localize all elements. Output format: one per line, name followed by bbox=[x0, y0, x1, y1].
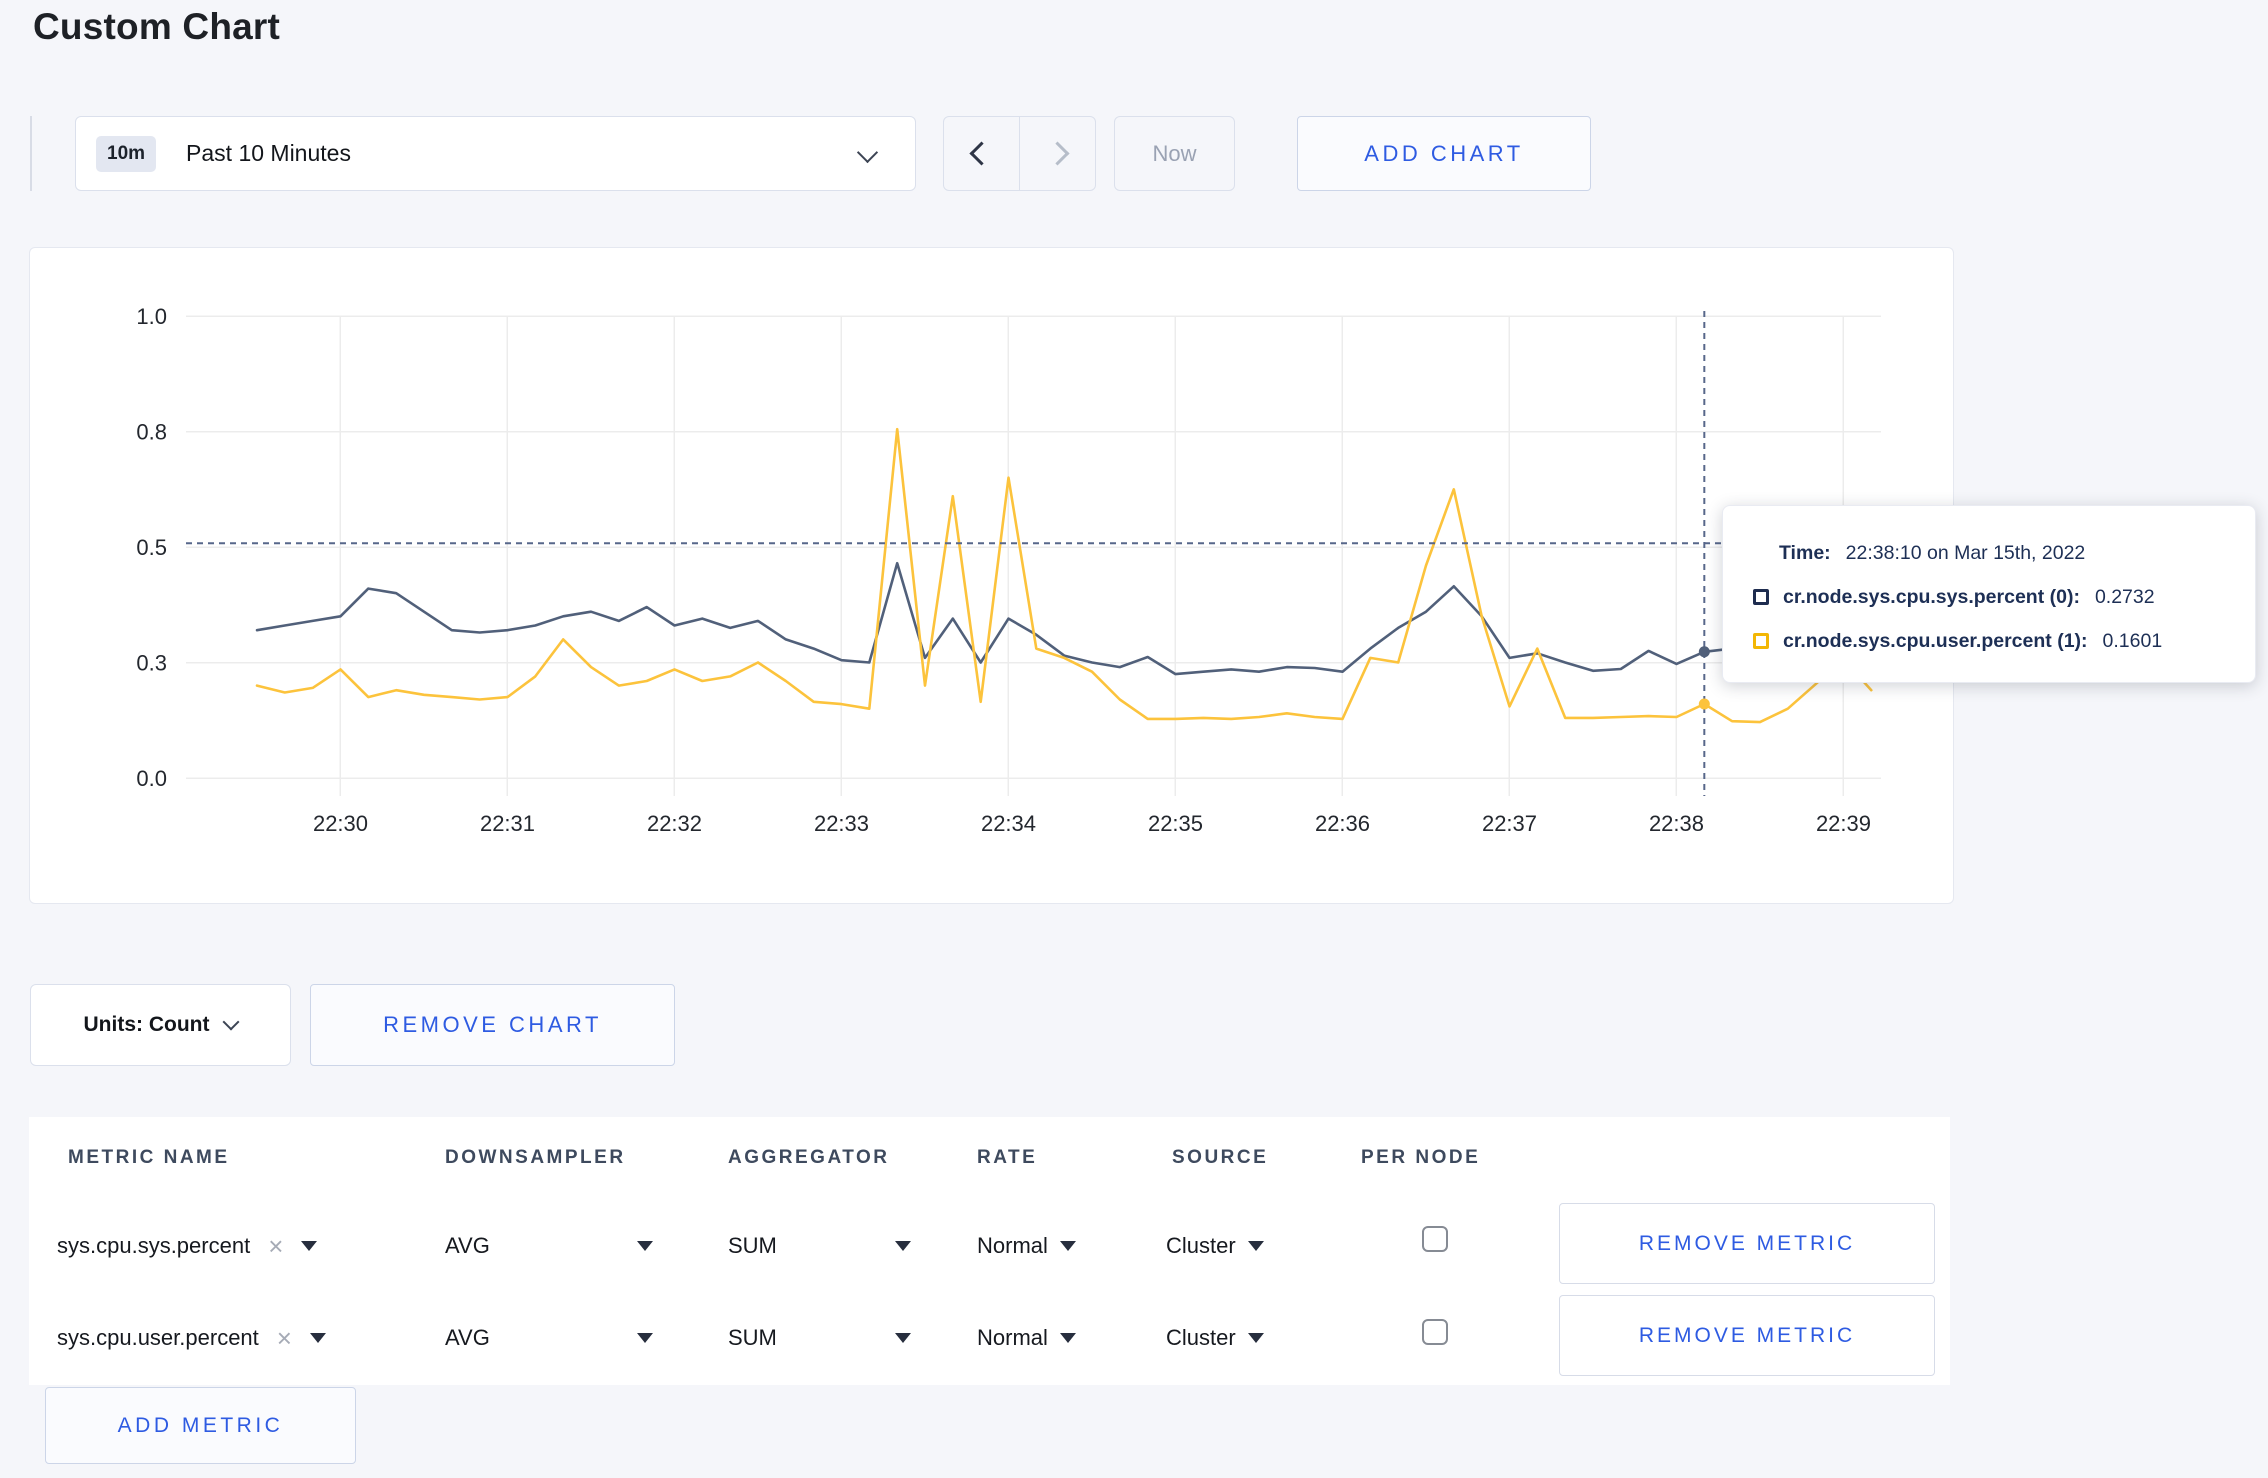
series-swatch-user-icon bbox=[1753, 633, 1769, 649]
per-node-checkbox[interactable] bbox=[1422, 1319, 1448, 1345]
x-axis-tick-label: 22:38 bbox=[1649, 811, 1704, 836]
rate-select[interactable]: Normal bbox=[977, 1295, 1076, 1381]
dropdown-caret-icon bbox=[637, 1241, 653, 1251]
x-axis-tick-label: 22:37 bbox=[1482, 811, 1537, 836]
x-axis-tick-label: 22:39 bbox=[1816, 811, 1871, 836]
tooltip-series-value: 0.2732 bbox=[2094, 585, 2155, 608]
aggregator-value: SUM bbox=[728, 1325, 777, 1350]
time-forward-button[interactable] bbox=[1019, 117, 1095, 190]
dropdown-caret-icon bbox=[1059, 1333, 1076, 1343]
custom-chart-page: Custom Chart 10m Past 10 Minutes Now ADD… bbox=[0, 0, 2268, 1478]
source-select[interactable]: Cluster bbox=[1166, 1203, 1264, 1289]
chevron-left-icon bbox=[969, 141, 994, 166]
tooltip-series-row: cr.node.sys.cpu.sys.percent (0): 0.2732 bbox=[1723, 575, 2255, 619]
tooltip-series-row: cr.node.sys.cpu.user.percent (1): 0.1601 bbox=[1723, 619, 2255, 663]
tooltip-time-value: 22:38:10 on Mar 15th, 2022 bbox=[1845, 541, 2086, 564]
page-title: Custom Chart bbox=[33, 6, 281, 47]
source-value: Cluster bbox=[1166, 1325, 1236, 1350]
dropdown-caret-icon[interactable] bbox=[309, 1333, 326, 1343]
add-metric-button[interactable]: ADD METRIC bbox=[45, 1387, 356, 1464]
line-chart[interactable]: 1.0 0.8 0.5 0.3 0.0 22:30 22:31 22:32 22:33 22:34… bbox=[30, 248, 1955, 905]
tooltip-series-value: 0.1601 bbox=[2102, 629, 2163, 652]
col-header-downsampler: DOWNSAMPLER bbox=[445, 1147, 626, 1168]
y-axis-tick-label: 0.3 bbox=[136, 651, 167, 676]
clear-metric-icon[interactable]: × bbox=[268, 1233, 283, 1259]
series-line-cr.node.sys.cpu.user.percent bbox=[255, 427, 1873, 724]
dropdown-caret-icon[interactable] bbox=[301, 1241, 318, 1251]
col-header-metric-name: METRIC NAME bbox=[68, 1147, 230, 1168]
metric-name-value: sys.cpu.user.percent bbox=[57, 1325, 259, 1350]
aggregator-select[interactable]: SUM bbox=[728, 1295, 911, 1381]
tooltip-time-label: Time: bbox=[1779, 541, 1831, 564]
time-back-button[interactable] bbox=[944, 117, 1019, 190]
time-range-label: Past 10 Minutes bbox=[186, 140, 351, 166]
col-header-per-node: PER NODE bbox=[1361, 1147, 1481, 1168]
remove-metric-button[interactable]: REMOVE METRIC bbox=[1559, 1295, 1935, 1376]
x-axis-tick-label: 22:30 bbox=[313, 811, 368, 836]
tooltip-time-row: Time: 22:38:10 on Mar 15th, 2022 bbox=[1723, 531, 2255, 575]
y-axis-tick-label: 1.0 bbox=[136, 304, 167, 329]
downsampler-select[interactable]: AVG bbox=[445, 1295, 653, 1381]
dropdown-caret-icon bbox=[895, 1333, 911, 1343]
chevron-right-icon bbox=[1045, 141, 1070, 166]
tooltip-series-label: cr.node.sys.cpu.user.percent (1): bbox=[1783, 629, 2088, 652]
toolbar-divider bbox=[30, 116, 32, 191]
units-label: Units: Count bbox=[83, 1013, 210, 1036]
col-header-rate: RATE bbox=[977, 1147, 1038, 1168]
x-axis-tick-label: 22:35 bbox=[1148, 811, 1203, 836]
x-axis-tick-label: 22:33 bbox=[814, 811, 869, 836]
time-range-badge: 10m bbox=[96, 135, 157, 172]
col-header-source: SOURCE bbox=[1172, 1147, 1269, 1168]
remove-chart-button[interactable]: REMOVE CHART bbox=[310, 984, 675, 1066]
dropdown-caret-icon bbox=[1247, 1333, 1264, 1343]
dropdown-caret-icon bbox=[1059, 1241, 1076, 1251]
rate-value: Normal bbox=[977, 1233, 1048, 1258]
downsampler-select[interactable]: AVG bbox=[445, 1203, 653, 1289]
y-axis-tick-label: 0.8 bbox=[136, 420, 167, 445]
table-row-metric-name[interactable]: sys.cpu.user.percent × bbox=[57, 1295, 326, 1381]
downsampler-value: AVG bbox=[445, 1233, 490, 1258]
per-node-checkbox[interactable] bbox=[1422, 1226, 1448, 1252]
y-axis-tick-label: 0.5 bbox=[136, 535, 167, 560]
x-axis-tick-label: 22:31 bbox=[480, 811, 535, 836]
units-dropdown[interactable]: Units: Count bbox=[30, 984, 291, 1066]
rate-value: Normal bbox=[977, 1325, 1048, 1350]
col-header-aggregator: AGGREGATOR bbox=[728, 1147, 890, 1168]
table-row-metric-name[interactable]: sys.cpu.sys.percent × bbox=[57, 1203, 318, 1289]
rate-select[interactable]: Normal bbox=[977, 1203, 1076, 1289]
hover-marker-cr.node.sys.cpu.user.percent bbox=[1698, 698, 1710, 710]
chart-tooltip: Time: 22:38:10 on Mar 15th, 2022 cr.node… bbox=[1722, 505, 2256, 683]
dropdown-caret-icon bbox=[895, 1241, 911, 1251]
x-axis-tick-label: 22:32 bbox=[647, 811, 702, 836]
hover-marker-cr.node.sys.cpu.sys.percent bbox=[1698, 646, 1710, 658]
chevron-down-icon bbox=[856, 141, 879, 164]
dropdown-caret-icon bbox=[1247, 1241, 1264, 1251]
chevron-down-icon bbox=[222, 1013, 240, 1031]
x-axis-tick-label: 22:36 bbox=[1315, 811, 1370, 836]
add-chart-button[interactable]: ADD CHART bbox=[1297, 116, 1591, 191]
clear-metric-icon[interactable]: × bbox=[277, 1325, 292, 1351]
time-range-dropdown[interactable]: 10m Past 10 Minutes bbox=[75, 116, 916, 191]
metric-name-value: sys.cpu.sys.percent bbox=[57, 1233, 251, 1258]
x-axis-tick-label: 22:34 bbox=[981, 811, 1036, 836]
y-axis-tick-label: 0.0 bbox=[136, 766, 167, 791]
tooltip-series-label: cr.node.sys.cpu.sys.percent (0): bbox=[1783, 585, 2080, 608]
dropdown-caret-icon bbox=[637, 1333, 653, 1343]
aggregator-select[interactable]: SUM bbox=[728, 1203, 911, 1289]
time-nav-group bbox=[943, 116, 1096, 191]
chart-card[interactable]: 1.0 0.8 0.5 0.3 0.0 22:30 22:31 22:32 22:33 22:34… bbox=[29, 247, 1954, 904]
remove-metric-button[interactable]: REMOVE METRIC bbox=[1559, 1203, 1935, 1284]
aggregator-value: SUM bbox=[728, 1233, 777, 1258]
source-select[interactable]: Cluster bbox=[1166, 1295, 1264, 1381]
downsampler-value: AVG bbox=[445, 1325, 490, 1350]
series-swatch-sys-icon bbox=[1753, 589, 1769, 605]
now-button[interactable]: Now bbox=[1114, 116, 1235, 191]
source-value: Cluster bbox=[1166, 1233, 1236, 1258]
